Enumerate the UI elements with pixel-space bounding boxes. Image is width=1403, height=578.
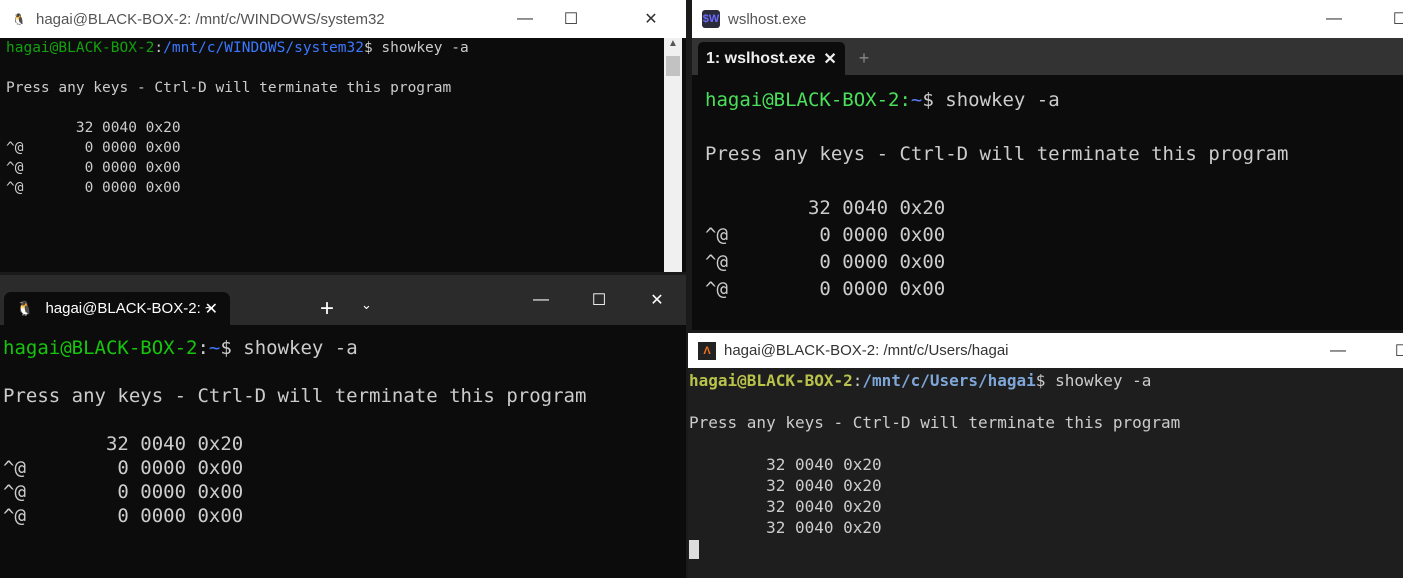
output-row: 32 0040 0x20 bbox=[689, 455, 882, 474]
maximize-button[interactable]: ☐ bbox=[548, 0, 594, 38]
tab-bar: 1: wslhost.exe ✕ + bbox=[692, 38, 1403, 75]
command: $ showkey -a bbox=[220, 337, 358, 359]
terminal-window-system32: 🐧 hagai@BLACK-BOX-2: /mnt/c/WINDOWS/syst… bbox=[0, 0, 686, 272]
cursor bbox=[689, 540, 699, 559]
scroll-up-arrow[interactable]: ▲ bbox=[664, 38, 682, 56]
close-button[interactable]: ✕ bbox=[628, 0, 674, 38]
tab-label: 1: wslhost.exe bbox=[706, 49, 816, 67]
prompt-path: ~ bbox=[910, 89, 923, 111]
message: Press any keys - Ctrl-D will terminate t… bbox=[3, 385, 587, 407]
window-title: hagai@BLACK-BOX-2: /mnt/c/WINDOWS/system… bbox=[36, 10, 385, 28]
prompt-path: ~ bbox=[208, 337, 221, 359]
command: $ showkey -a bbox=[922, 89, 1060, 111]
message: Press any keys - Ctrl-D will terminate t… bbox=[689, 413, 1181, 432]
output-row: 32 0040 0x20 bbox=[689, 518, 882, 537]
message: Press any keys - Ctrl-D will terminate t… bbox=[705, 143, 1289, 165]
alacritty-window: Λ hagai@BLACK-BOX-2: /mnt/c/Users/hagai … bbox=[688, 333, 1403, 578]
terminal-window-wslhost: $W wslhost.exe — ☐ 1: wslhost.exe ✕ + ha… bbox=[692, 0, 1403, 330]
output-row: ^@ 0 0000 0x00 bbox=[705, 251, 946, 273]
output-row: ^@ 0 0000 0x00 bbox=[3, 457, 244, 479]
close-tab-icon[interactable]: ✕ bbox=[205, 299, 218, 319]
command: $ showkey -a bbox=[1035, 371, 1152, 390]
title-bar[interactable]: Λ hagai@BLACK-BOX-2: /mnt/c/Users/hagai … bbox=[688, 333, 1403, 368]
output-row: ^@ 0 0000 0x00 bbox=[3, 481, 244, 503]
window-title: wslhost.exe bbox=[728, 10, 807, 28]
prompt-user: hagai@BLACK-BOX-2 bbox=[6, 40, 155, 56]
output-row: ^@ 0 0000 0x00 bbox=[3, 505, 244, 527]
maximize-button[interactable]: ☐ bbox=[1379, 333, 1403, 368]
prompt-user: hagai@BLACK-BOX-2 bbox=[689, 371, 853, 390]
windows-terminal-window: 🐧 hagai@BLACK-BOX-2: ~ ✕ + ⌄ — ☐ ✕ hagai… bbox=[0, 275, 686, 578]
terminal-output[interactable]: hagai@BLACK-BOX-2:~$ showkey -a Press an… bbox=[692, 75, 1403, 330]
output-row: 32 0040 0x20 bbox=[689, 476, 882, 495]
output-row: ^@ 0 0000 0x00 bbox=[6, 140, 181, 156]
tab-label: hagai@BLACK-BOX-2: ~ bbox=[45, 300, 214, 317]
terminal-output[interactable]: hagai@BLACK-BOX-2:/mnt/c/WINDOWS/system3… bbox=[0, 38, 664, 272]
window-title: hagai@BLACK-BOX-2: /mnt/c/Users/hagai bbox=[724, 342, 1009, 359]
prompt-user: hagai@BLACK-BOX-2 bbox=[705, 89, 900, 111]
message: Press any keys - Ctrl-D will terminate t… bbox=[6, 80, 452, 96]
scroll-thumb[interactable] bbox=[666, 56, 680, 76]
prompt-path: /mnt/c/WINDOWS/system32 bbox=[163, 40, 364, 56]
tab-wslhost[interactable]: 1: wslhost.exe ✕ bbox=[698, 42, 845, 75]
scrollbar[interactable]: ▲ bbox=[664, 38, 682, 272]
linux-penguin-icon: 🐧 bbox=[12, 13, 26, 26]
close-tab-icon[interactable]: ✕ bbox=[823, 49, 836, 69]
wsltty-app-icon: $W bbox=[702, 10, 720, 28]
tab-bar[interactable]: 🐧 hagai@BLACK-BOX-2: ~ ✕ + ⌄ — ☐ ✕ bbox=[0, 275, 686, 325]
minimize-button[interactable]: — bbox=[1315, 333, 1361, 368]
terminal-output[interactable]: hagai@BLACK-BOX-2:/mnt/c/Users/hagai$ sh… bbox=[688, 368, 1403, 578]
minimize-button[interactable]: — bbox=[518, 275, 564, 325]
dropdown-chevron-icon[interactable]: ⌄ bbox=[361, 297, 372, 313]
output-row: 32 0040 0x20 bbox=[3, 433, 244, 455]
output-row: ^@ 0 0000 0x00 bbox=[6, 180, 181, 196]
output-row: 32 0040 0x20 bbox=[6, 120, 181, 136]
title-bar[interactable]: 🐧 hagai@BLACK-BOX-2: /mnt/c/WINDOWS/syst… bbox=[0, 0, 686, 38]
terminal-output[interactable]: hagai@BLACK-BOX-2:~$ showkey -a Press an… bbox=[0, 325, 686, 578]
linux-penguin-icon: 🐧 bbox=[16, 300, 34, 316]
minimize-button[interactable]: — bbox=[1311, 0, 1357, 38]
output-row: ^@ 0 0000 0x00 bbox=[705, 278, 946, 300]
output-row: ^@ 0 0000 0x00 bbox=[6, 160, 181, 176]
maximize-button[interactable]: ☐ bbox=[576, 275, 622, 325]
maximize-button[interactable]: ☐ bbox=[1377, 0, 1403, 38]
tab-home[interactable]: 🐧 hagai@BLACK-BOX-2: ~ ✕ bbox=[4, 292, 230, 325]
output-row: 32 0040 0x20 bbox=[705, 197, 946, 219]
close-button[interactable]: ✕ bbox=[634, 275, 680, 325]
minimize-button[interactable]: — bbox=[502, 0, 548, 38]
title-bar[interactable]: $W wslhost.exe — ☐ bbox=[692, 0, 1403, 38]
alacritty-app-icon: Λ bbox=[698, 341, 716, 360]
prompt-path: /mnt/c/Users/hagai bbox=[862, 371, 1036, 390]
output-row: ^@ 0 0000 0x00 bbox=[705, 224, 946, 246]
prompt-user: hagai@BLACK-BOX-2 bbox=[3, 337, 198, 359]
new-tab-button[interactable]: + bbox=[320, 295, 334, 323]
output-row: 32 0040 0x20 bbox=[689, 497, 882, 516]
command: $ showkey -a bbox=[363, 40, 469, 56]
new-tab-button[interactable]: + bbox=[859, 48, 870, 69]
